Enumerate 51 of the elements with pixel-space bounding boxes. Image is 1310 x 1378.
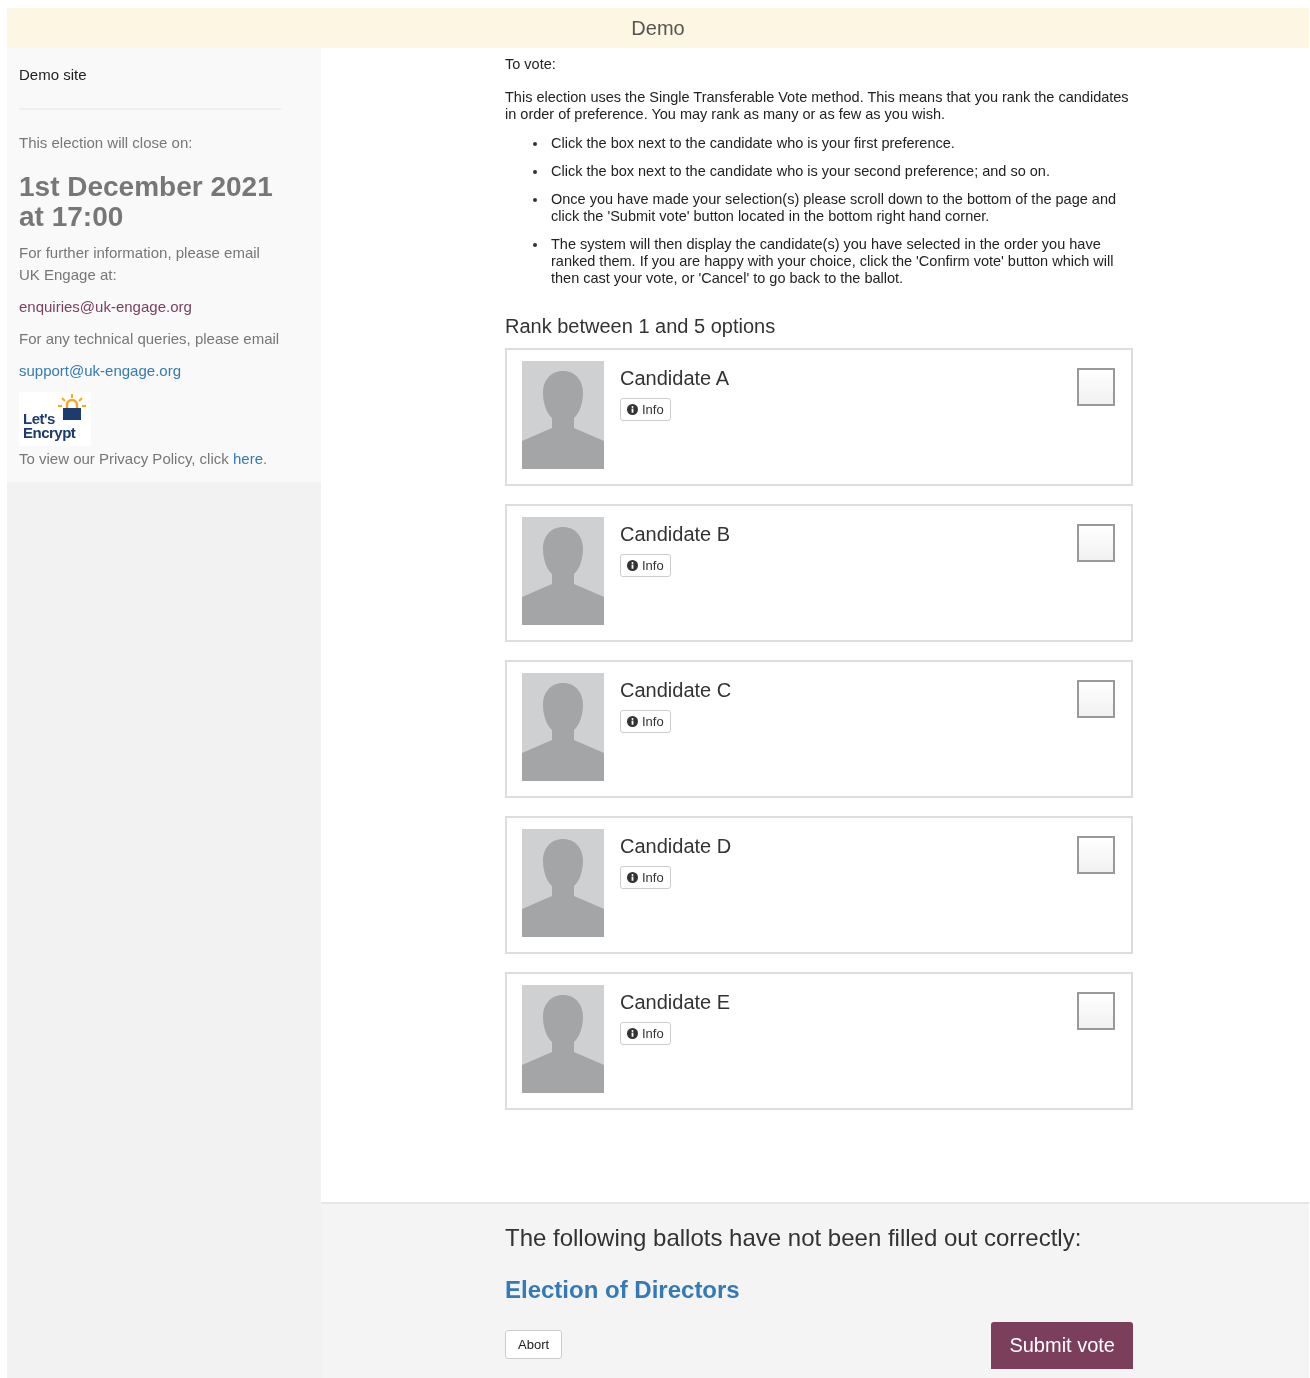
site-name: Demo site: [19, 64, 281, 110]
info-icon: [627, 404, 638, 415]
election-title: Election of Directors: [505, 1276, 741, 1304]
email-link[interactable]: support@uk-engage.org: [19, 360, 181, 382]
avatar-icon: [522, 985, 604, 1093]
rank-checkbox[interactable]: [1077, 368, 1115, 406]
privacy-note: To view our Privacy Policy, click here.: [19, 449, 269, 469]
candidate-name: Candidate E: [620, 991, 731, 1014]
instruction-step: The system will then display the candidate(s) you have selected in the order you have ranked them. If you are happy with your choice, click the 'Confirm vote' button which will then cast your vote, or 'Cancel' to go back to the ballot.: [551, 236, 1133, 287]
submit-button[interactable]: Submit vote: [991, 1322, 1133, 1369]
privacy-link[interactable]: here: [232, 450, 263, 467]
bullet-icon: [533, 142, 537, 146]
candidate-name: Candidate A: [620, 367, 729, 390]
encryption-logo: Let's Encrypt: [19, 392, 91, 446]
bullet-icon: [533, 198, 537, 202]
candidate-name: Candidate C: [620, 679, 732, 702]
email-link[interactable]: enquiries@uk-engage.org: [19, 296, 192, 318]
avatar-icon: [522, 517, 604, 625]
info-icon: [627, 1028, 638, 1039]
avatar-icon: [522, 361, 604, 469]
rank-checkbox[interactable]: [1077, 836, 1115, 874]
vote-heading: To vote:: [505, 56, 557, 73]
tech-text: For any technical queries, please email: [19, 329, 281, 349]
error-message: The following ballots have not been filled out correctly:: [505, 1224, 1083, 1252]
info-button[interactable]: Info: [620, 710, 671, 733]
intro-text: This election uses the Single Transferable Vote method. This means that you rank the candidates in order of preference. You may rank as many or as few as you wish.: [505, 89, 1130, 123]
instruction-step: Click the box next to the candidate who is your first preference.: [551, 135, 955, 152]
close-label: This election will close on:: [19, 133, 194, 153]
info-icon: [627, 872, 638, 883]
info-text: For further information, please email UK Engage at:: [19, 243, 261, 285]
abort-button[interactable]: Abort: [505, 1330, 563, 1359]
candidate-name: Candidate D: [620, 835, 732, 858]
info-button[interactable]: Info: [620, 866, 671, 889]
avatar-icon: [522, 829, 604, 937]
info-button[interactable]: Info: [620, 398, 671, 421]
site-banner: Demo: [7, 8, 1309, 48]
close-date: 1st December 2021 at 17:00: [19, 172, 274, 232]
instruction-step: Once you have made your selection(s) please scroll down to the bottom of the page and click the 'Submit vote' button located in the bottom right hand corner.: [551, 191, 1133, 225]
info-button[interactable]: Info: [620, 554, 671, 577]
rank-title: Rank between 1 and 5 options: [505, 315, 777, 338]
bullet-icon: [533, 170, 537, 174]
avatar-icon: [522, 673, 604, 781]
info-button[interactable]: Info: [620, 1022, 671, 1045]
rank-checkbox[interactable]: [1077, 992, 1115, 1030]
instruction-step: Click the box next to the candidate who is your second preference; and so on.: [551, 163, 1050, 180]
info-icon: [627, 560, 638, 571]
rank-checkbox[interactable]: [1077, 524, 1115, 562]
candidate-name: Candidate B: [620, 523, 731, 546]
bullet-icon: [533, 243, 537, 247]
rank-checkbox[interactable]: [1077, 680, 1115, 718]
info-icon: [627, 716, 638, 727]
